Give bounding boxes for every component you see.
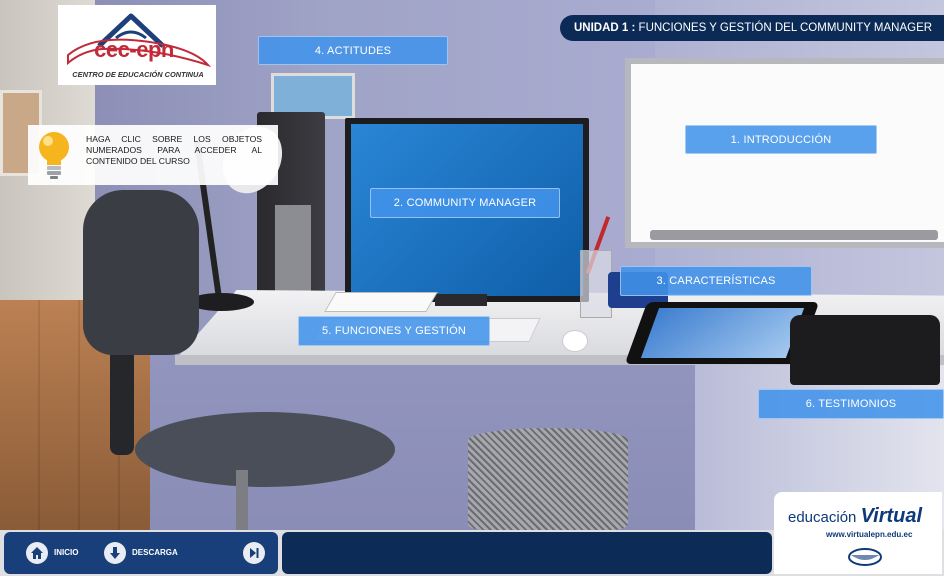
instruction-text: HAGA CLIC SOBRE LOS OBJETOS NUMERADOS PA… xyxy=(86,134,262,166)
brand-prefix: educación xyxy=(788,509,857,526)
waste-basket xyxy=(468,428,628,530)
notebook xyxy=(324,292,438,312)
unit-name: FUNCIONES Y GESTIÓN DEL COMMUNITY MANAGE… xyxy=(638,22,933,34)
chair-pole xyxy=(236,470,248,530)
content-bar xyxy=(282,532,772,574)
brand-name: educación Virtual xyxy=(788,505,944,528)
download-icon xyxy=(104,542,126,564)
chair-seat xyxy=(135,412,395,487)
desk-phone xyxy=(790,315,940,385)
chair-back xyxy=(83,190,199,355)
lightbulb-icon xyxy=(39,132,69,179)
hotspot-community-manager[interactable]: 2. COMMUNITY MANAGER xyxy=(370,188,560,218)
monitor-stand xyxy=(435,294,487,306)
unit-title: UNIDAD 1 : FUNCIONES Y GESTIÓN DEL COMMU… xyxy=(560,15,944,41)
computer-tower-front xyxy=(275,205,311,297)
logo-subtitle: CENTRO DE EDUCACIÓN CONTINUA xyxy=(72,70,204,79)
brand-url: www.virtualepn.edu.ec xyxy=(826,530,913,539)
home-icon xyxy=(26,542,48,564)
home-label: INICIO xyxy=(54,548,79,557)
hotspot-actitudes[interactable]: 4. ACTITUDES xyxy=(258,36,448,65)
logo-name: cec-epn xyxy=(94,37,174,62)
skip-next-icon[interactable] xyxy=(243,542,265,564)
hotspot-funciones-gestion[interactable]: 5. FUNCIONES Y GESTIÓN xyxy=(298,316,490,346)
download-label: DESCARGA xyxy=(132,548,178,557)
hotspot-caracteristicas[interactable]: 3. CARACTERÍSTICAS xyxy=(620,266,812,296)
whiteboard-tray xyxy=(650,230,938,240)
mouse xyxy=(562,330,588,352)
home-button[interactable]: INICIO xyxy=(26,542,78,564)
unit-prefix: UNIDAD 1 : xyxy=(574,22,636,34)
hotspot-testimonios[interactable]: 6. TESTIMONIOS xyxy=(758,389,944,419)
brand-highlight: Virtual xyxy=(860,505,923,527)
mouse-icon xyxy=(848,548,882,566)
hotspot-introduccion[interactable]: 1. INTRODUCCIÓN xyxy=(685,125,877,154)
tablet-screen xyxy=(640,308,805,358)
download-button[interactable]: DESCARGA xyxy=(104,542,178,564)
